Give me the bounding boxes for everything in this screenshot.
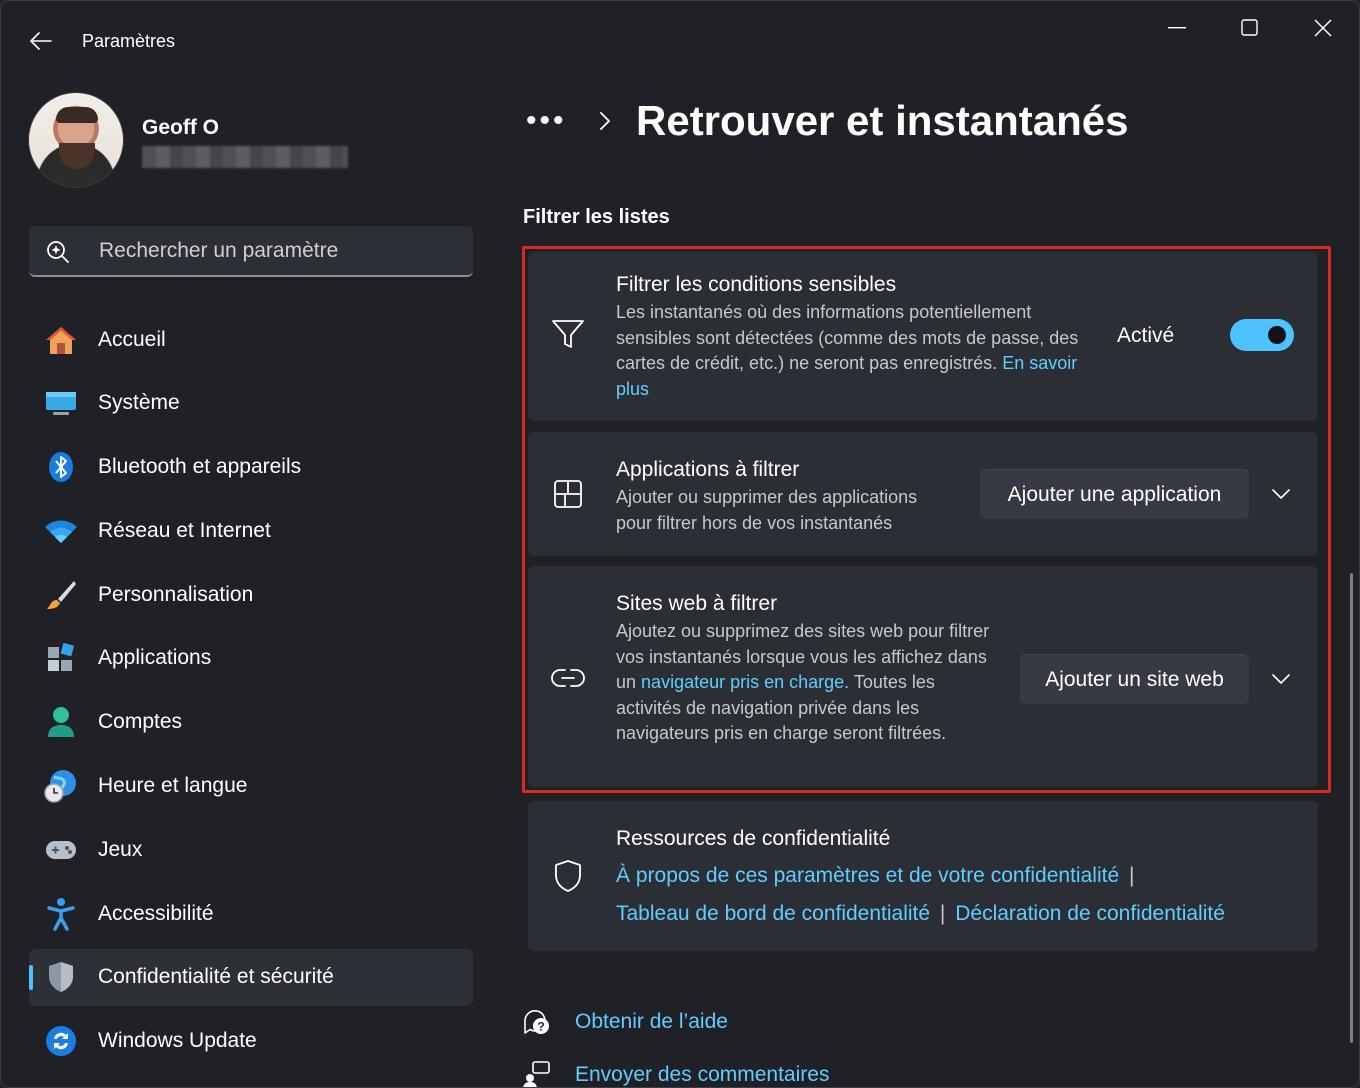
highlight-annotation (522, 246, 1331, 793)
user-profile[interactable]: Geoff O (28, 92, 468, 188)
person-icon (43, 704, 79, 740)
search-input[interactable] (99, 226, 459, 275)
sidebar-item-confidentialite[interactable]: Confidentialité et sécurité (29, 948, 473, 1006)
sidebar-item-label: Jeux (98, 837, 143, 861)
sidebar-item-label: Heure et langue (98, 774, 248, 798)
sidebar-item-label: Confidentialité et sécurité (98, 965, 334, 989)
help-icon: ? (521, 1007, 551, 1037)
sidebar-item-label: Accueil (98, 327, 166, 351)
privacy-resources-card: Ressources de confidentialité À propos d… (528, 801, 1318, 951)
get-help-label: Obtenir de l’aide (575, 1010, 728, 1033)
settings-window: Paramètres Geoff O Rechercher un paramèt… (0, 0, 1360, 1088)
brush-icon (43, 577, 79, 613)
search-box[interactable] (29, 226, 473, 277)
maximize-button[interactable] (1213, 1, 1286, 55)
sidebar-item-bluetooth[interactable]: Bluetooth et appareils (29, 439, 473, 496)
sidebar-item-accessibilite[interactable]: Accessibilité (29, 885, 473, 942)
shield-icon (43, 959, 79, 995)
sidebar-item-windows-update[interactable]: Windows Update (29, 1013, 473, 1070)
minimize-button[interactable] (1140, 1, 1213, 55)
send-feedback-label: Envoyer des commentaires (575, 1063, 830, 1086)
sidebar-item-jeux[interactable]: Jeux (29, 821, 473, 878)
sidebar-item-label: Comptes (98, 710, 183, 734)
sidebar-item-heure[interactable]: Heure et langue (29, 758, 473, 815)
close-icon (1313, 19, 1332, 37)
page-title: Retrouver et instantanés (636, 97, 1129, 144)
chevron-right-icon (598, 110, 622, 132)
breadcrumb: ••• Retrouver et instantanés (526, 91, 1128, 151)
maximize-icon (1240, 19, 1258, 36)
wifi-icon (43, 513, 79, 549)
minimize-icon (1167, 27, 1186, 29)
svg-text:?: ? (537, 1020, 544, 1034)
sidebar-item-accueil[interactable]: Accueil (29, 311, 473, 368)
update-icon (43, 1023, 79, 1059)
back-button[interactable] (25, 25, 57, 57)
bluetooth-icon (43, 449, 79, 485)
back-arrow-icon (30, 32, 52, 50)
shield-outline-icon (550, 858, 586, 894)
close-button[interactable] (1286, 1, 1359, 55)
feedback-icon (521, 1060, 551, 1087)
sidebar-item-reseau[interactable]: Réseau et Internet (29, 502, 473, 559)
profile-name: Geoff O (142, 116, 219, 139)
privacy-settings-link[interactable]: À propos de ces paramètres et de votre c… (616, 864, 1119, 887)
privacy-links-line-2: Tableau de bord de confidentialité | Déc… (616, 902, 1225, 926)
app-title: Paramètres (82, 31, 176, 51)
sidebar-item-label: Windows Update (98, 1029, 257, 1053)
profile-email-redacted (142, 146, 348, 168)
avatar (28, 92, 124, 188)
sidebar-item-label: Applications (98, 646, 212, 670)
accessibility-icon (43, 896, 79, 932)
search-icon (45, 239, 71, 270)
title-bar: Paramètres (1, 1, 1359, 81)
apps-icon (43, 640, 79, 676)
privacy-statement-link[interactable]: Déclaration de confidentialité (955, 902, 1225, 925)
link-separator: | (939, 902, 946, 925)
sidebar-item-comptes[interactable]: Comptes (29, 694, 473, 751)
get-help-link[interactable]: ? Obtenir de l’aide (521, 1007, 728, 1037)
sidebar-item-label: Réseau et Internet (98, 518, 271, 542)
sidebar-item-personnalisation[interactable]: Personnalisation (29, 566, 473, 623)
globe-clock-icon (43, 768, 79, 804)
monitor-icon (43, 385, 79, 421)
window-controls (1140, 1, 1359, 55)
sidebar-item-applications[interactable]: Applications (29, 630, 473, 687)
link-separator: | (1128, 864, 1135, 887)
sidebar-nav: Accueil Système Bluetooth et appareils R… (29, 311, 473, 1077)
scrollbar[interactable] (1350, 573, 1353, 1043)
home-icon (43, 322, 79, 358)
sidebar-item-systeme[interactable]: Système (29, 375, 473, 432)
send-feedback-link[interactable]: Envoyer des commentaires (521, 1060, 830, 1087)
sidebar-item-label: Personnalisation (98, 582, 254, 606)
sidebar-item-label: Système (98, 391, 180, 415)
sidebar-item-label: Accessibilité (98, 901, 214, 925)
privacy-dashboard-link[interactable]: Tableau de bord de confidentialité (616, 902, 930, 925)
section-title: Filtrer les listes (523, 206, 670, 228)
card-title: Ressources de confidentialité (616, 827, 891, 850)
sidebar-item-label: Bluetooth et appareils (98, 455, 302, 479)
gamepad-icon (43, 832, 79, 868)
privacy-links-line-1: À propos de ces paramètres et de votre c… (616, 864, 1138, 888)
breadcrumb-overflow-button[interactable]: ••• (526, 104, 586, 138)
